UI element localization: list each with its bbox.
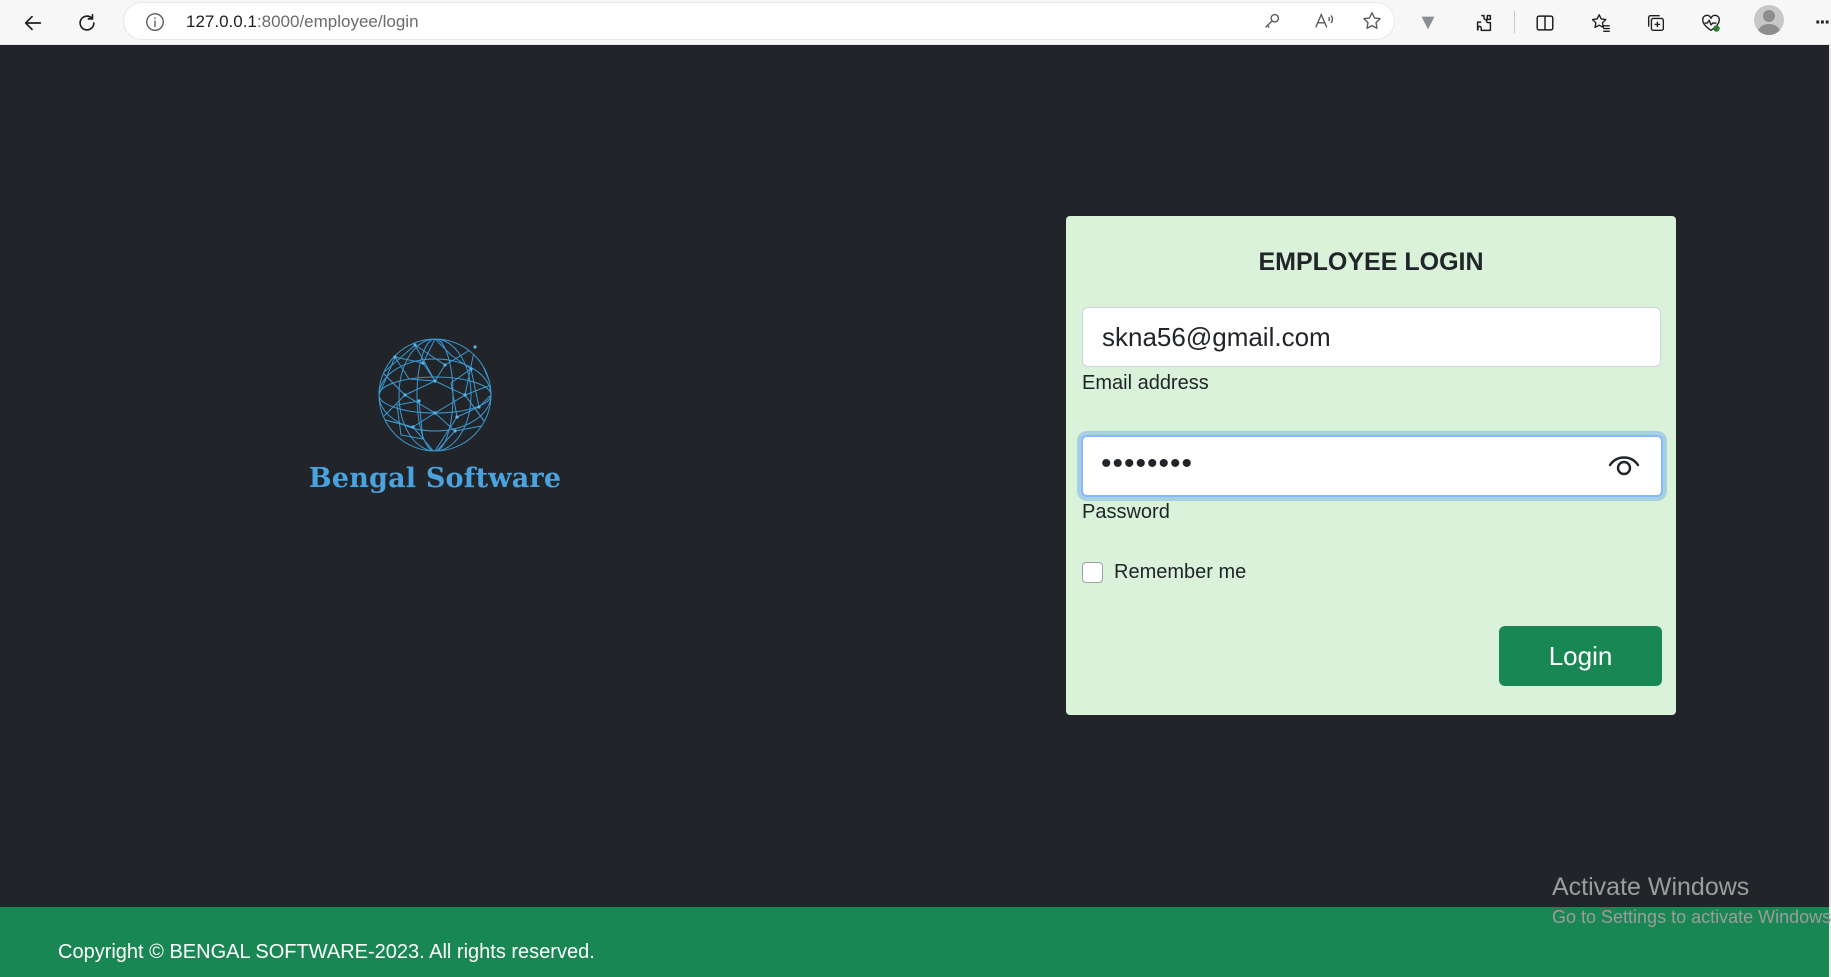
info-icon[interactable] (144, 11, 166, 33)
remember-me-checkbox[interactable] (1082, 562, 1103, 583)
brand-name: Bengal Software (308, 463, 562, 494)
activate-windows-watermark: Activate Windows Go to Settings to activ… (1552, 873, 1831, 928)
email-field[interactable]: skna56@gmail.com (1082, 307, 1661, 367)
email-label: Email address (1082, 372, 1209, 394)
wireframe-globe-icon (378, 338, 492, 452)
refresh-icon[interactable] (70, 6, 104, 40)
login-title: EMPLOYEE LOGIN (1258, 248, 1484, 276)
browser-essentials-icon[interactable] (1694, 6, 1728, 40)
key-icon[interactable] (1261, 10, 1285, 34)
watermark-subtitle: Go to Settings to activate Windows. (1552, 907, 1831, 927)
show-password-eye-icon[interactable] (1607, 451, 1641, 481)
email-value[interactable]: skna56@gmail.com (1102, 322, 1331, 353)
more-menu-icon[interactable]: ··· (1805, 6, 1831, 40)
toolbar-divider (1514, 11, 1515, 33)
address-bar[interactable]: 127.0.0.1:8000/employee/login (123, 2, 1395, 40)
remember-me-row[interactable]: Remember me (1082, 561, 1246, 584)
watermark-title: Activate Windows (1552, 873, 1750, 901)
password-field[interactable]: •••••••• (1081, 435, 1663, 497)
password-value[interactable]: •••••••• (1101, 447, 1193, 481)
password-label: Password (1082, 501, 1170, 523)
copyright-text: Copyright © BENGAL SOFTWARE-2023. All ri… (58, 941, 595, 963)
profile-avatar-icon[interactable] (1754, 5, 1784, 35)
collections-icon[interactable] (1639, 6, 1673, 40)
back-arrow-icon[interactable] (16, 6, 50, 40)
browser-toolbar: 127.0.0.1:8000/employee/login ··· (0, 0, 1831, 45)
favorite-star-icon[interactable] (1361, 10, 1385, 34)
extension-v-icon[interactable] (1411, 6, 1445, 40)
favorites-icon[interactable] (1584, 6, 1618, 40)
read-aloud-icon[interactable] (1313, 10, 1337, 34)
split-screen-icon[interactable] (1528, 6, 1562, 40)
extensions-puzzle-icon[interactable] (1467, 6, 1501, 40)
url-text[interactable]: 127.0.0.1:8000/employee/login (186, 12, 419, 32)
brand-block: Bengal Software (300, 335, 570, 494)
login-button[interactable]: Login (1499, 626, 1662, 686)
remember-me-label[interactable]: Remember me (1114, 561, 1246, 584)
login-card: EMPLOYEE LOGIN skna56@gmail.com Email ad… (1066, 216, 1676, 715)
